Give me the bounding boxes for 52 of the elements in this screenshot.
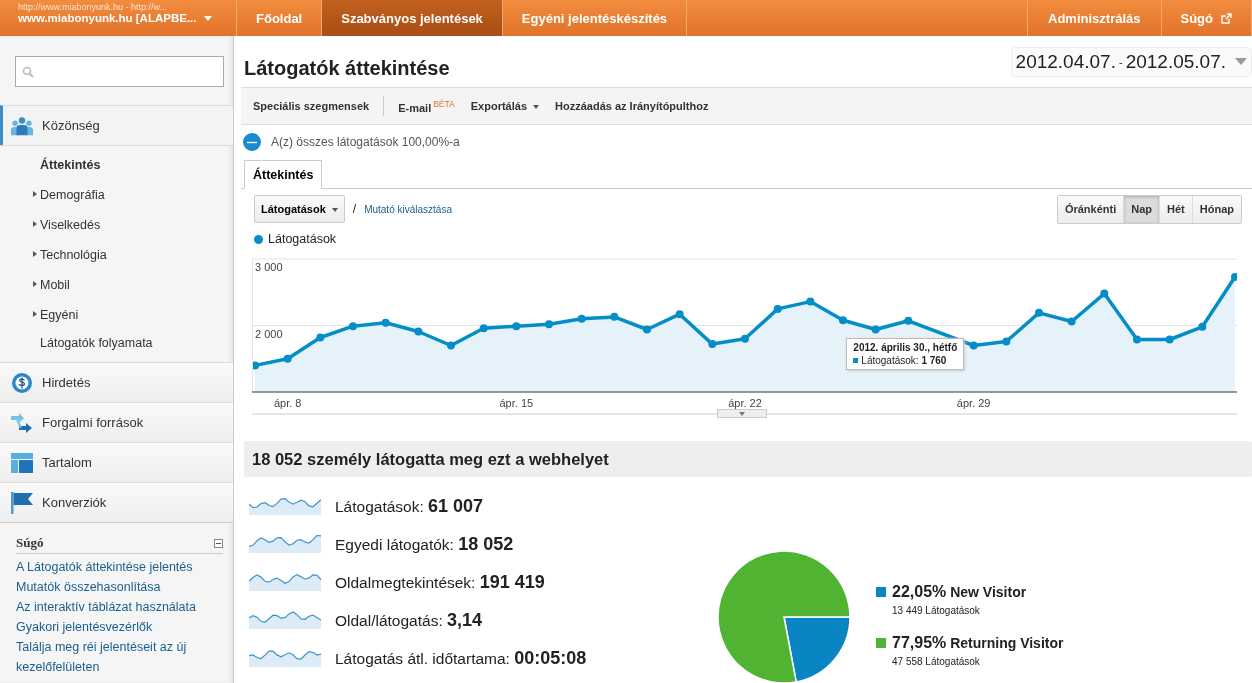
nav-section[interactable]: Hirdetés <box>0 362 233 402</box>
granularity-button[interactable]: Nap <box>1124 195 1161 223</box>
toolbar-button[interactable]: Speciális szegmensek <box>245 100 378 112</box>
axis-label: ápr. 8 <box>273 397 302 409</box>
legend-count: 13 449 Látogatások <box>891 605 981 616</box>
axis-label: 2 000 <box>255 327 283 340</box>
nav-section[interactable]: Tartalom <box>0 442 233 482</box>
granularity-button[interactable]: Hónap <box>1192 195 1241 223</box>
summary-title: 18 052 személy látogatta meg ezt a webhelyet <box>244 441 1252 477</box>
segment-label: A(z) összes látogatások 100,00%-a <box>271 135 460 149</box>
help-link[interactable]: Mutatók összehasonlítása <box>16 577 223 597</box>
axis-label: 3 000 <box>255 261 283 273</box>
report-tab[interactable]: Áttekintés <box>244 160 323 189</box>
help-title: Súgó <box>16 535 44 551</box>
metric-text: Oldalmegtekintések: 191 419 <box>335 571 545 593</box>
nav-item[interactable]: Viselkedés <box>0 210 233 240</box>
axis-label: ápr. 22 <box>728 397 762 409</box>
metric-text: Látogatás átl. időtartama: 00:05:08 <box>335 647 587 669</box>
metric-dropdown[interactable]: Látogatások <box>254 195 345 223</box>
nav-item[interactable]: Demográfia <box>0 180 233 210</box>
date-range-picker[interactable]: 2012.04.07.-2012.05.07. <box>1010 46 1252 77</box>
page-title: Látogatók áttekintése <box>244 55 450 80</box>
nav-item[interactable]: Áttekintés <box>0 150 233 180</box>
nav-item[interactable]: Mobil <box>0 270 233 300</box>
nav-item[interactable]: Technológia <box>0 240 233 270</box>
nav-section[interactable]: Közönség <box>0 105 233 145</box>
metric-link[interactable]: Mutató kiválasztása <box>364 203 452 215</box>
help-link[interactable]: Gyakori jelentésvezérlők <box>16 617 223 637</box>
axis-label: ápr. 29 <box>956 397 991 409</box>
toolbar-button[interactable]: Hozzáadás az Irányítópulthoz <box>547 100 717 112</box>
help-link[interactable]: Az interaktív táblázat használata <box>16 597 223 617</box>
help-link[interactable]: A Látogatók áttekintése jelentés <box>16 557 223 577</box>
chart-tooltip: 2012. április 30., hétfő Látogatások: 1 760 <box>846 338 965 371</box>
toolbar-button[interactable]: Exportálás <box>462 100 548 112</box>
legend-count: 47 558 Látogatások <box>891 656 981 667</box>
legend-label: 77,95% Returning Visitor <box>892 634 1064 652</box>
nav-tab[interactable]: Szabványos jelentések <box>322 0 503 36</box>
legend-label: Látogatások <box>268 232 337 246</box>
nav-section[interactable]: Forgalmi források <box>0 402 233 442</box>
metric-text: Egyedi látogatók: 18 052 <box>335 533 514 555</box>
axis-label: ápr. 15 <box>499 397 534 409</box>
nav-section[interactable]: Konverziók <box>0 482 233 522</box>
granularity-button[interactable]: Hét <box>1160 195 1193 223</box>
granularity-button[interactable]: Óránkénti <box>1057 195 1125 223</box>
metric-text: Oldal/látogatás: 3,14 <box>335 609 483 631</box>
nav-item[interactable]: Látogatók folyamata <box>0 330 233 356</box>
legend-label: 22,05% New Visitor <box>892 583 1027 601</box>
toolbar-button[interactable]: E-mail $^{BÉTA}$ <box>390 98 463 114</box>
metric-text: Látogatások: 61 007 <box>335 495 484 517</box>
nav-item[interactable]: Egyéni <box>0 300 233 330</box>
help-link[interactable]: Találja meg réi jelentéseit az új kezelőfelületen <box>16 637 223 677</box>
separator-text: / <box>352 202 357 216</box>
